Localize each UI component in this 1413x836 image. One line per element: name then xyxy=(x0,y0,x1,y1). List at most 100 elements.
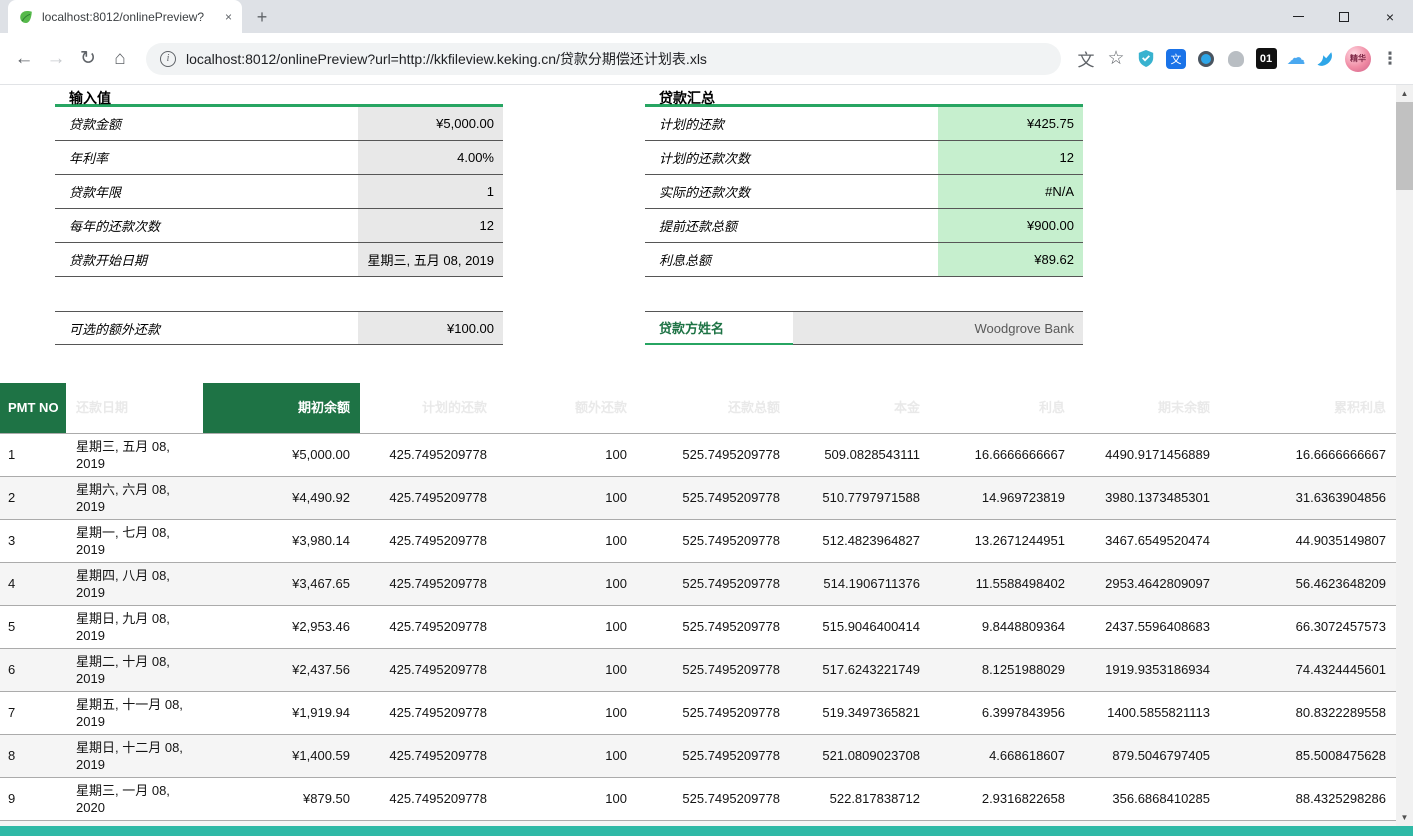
cell: 星期日, 九月 08, 2019 xyxy=(66,605,203,648)
info-icon[interactable]: i xyxy=(160,51,176,67)
cell: 6.3997843956 xyxy=(930,691,1075,734)
header-cell: 额外还款 xyxy=(497,383,637,433)
row-value: ¥900.00 xyxy=(938,209,1083,242)
cell: 星期三, 五月 08, 2019 xyxy=(66,433,203,476)
bird-extension-icon[interactable] xyxy=(1311,43,1341,75)
window-controls: × xyxy=(1275,0,1413,33)
panel-row: 每年的还款次数12 xyxy=(55,209,503,243)
cell: 425.7495209778 xyxy=(360,476,497,519)
cell: 88.4325298286 xyxy=(1220,777,1396,820)
blank-row xyxy=(55,277,503,311)
bookmark-star-icon[interactable]: ☆ xyxy=(1101,43,1131,75)
scroll-up-arrow-icon[interactable]: ▲ xyxy=(1396,85,1413,102)
gray-blob-icon xyxy=(1228,51,1244,67)
reload-button[interactable]: ↻ xyxy=(72,43,104,75)
cell: 525.7495209778 xyxy=(637,562,790,605)
cell: ¥1,919.94 xyxy=(203,691,360,734)
row-value: ¥5,000.00 xyxy=(358,107,503,140)
forward-button[interactable]: → xyxy=(40,43,72,75)
schedule-body: 1星期三, 五月 08, 2019¥5,000.00425.7495209778… xyxy=(0,433,1396,826)
vertical-scrollbar[interactable]: ▲ ▼ xyxy=(1396,85,1413,826)
browser-toolbar: ← → ↻ ⌂ i localhost:8012/onlinePreview?u… xyxy=(0,33,1413,85)
cell: 8 xyxy=(0,734,66,777)
cell: 3 xyxy=(0,519,66,562)
row-label: 实际的还款次数 xyxy=(645,175,938,208)
cell: ¥5,000.00 xyxy=(203,433,360,476)
row-value: ¥89.62 xyxy=(938,243,1083,276)
blank-row xyxy=(645,277,1083,311)
cell: 510.7797971588 xyxy=(790,476,930,519)
profile-avatar[interactable]: 精华 xyxy=(1345,46,1371,72)
row-value: 星期三, 五月 08, 2019 xyxy=(358,243,503,276)
badge-01-extension-icon[interactable]: 01 xyxy=(1251,43,1281,75)
cell: 100 xyxy=(497,476,637,519)
new-tab-button[interactable]: + xyxy=(248,4,276,30)
scroll-down-arrow-icon[interactable]: ▼ xyxy=(1396,809,1413,826)
cloud-extension-icon[interactable]: ☁ xyxy=(1281,43,1311,75)
row-value: 1 xyxy=(358,175,503,208)
cell: ¥3,467.65 xyxy=(203,562,360,605)
table-row: 8星期日, 十二月 08, 2019¥1,400.59425.749520977… xyxy=(0,734,1396,777)
table-row: 9星期三, 一月 08, 2020¥879.50425.749520977810… xyxy=(0,777,1396,820)
cell: 525.7495209778 xyxy=(637,605,790,648)
lender-row: 贷款方姓名 Woodgrove Bank xyxy=(645,311,1083,345)
kebab-menu-icon[interactable]: ⋮ xyxy=(1375,43,1405,75)
row-label: 贷款年限 xyxy=(55,175,358,208)
cell: 1 xyxy=(0,433,66,476)
minimize-button[interactable] xyxy=(1275,0,1321,33)
row-value: 12 xyxy=(358,209,503,242)
address-bar[interactable]: i localhost:8012/onlinePreview?url=http:… xyxy=(146,43,1061,75)
cell: 525.7495209778 xyxy=(637,691,790,734)
browser-titlebar: localhost:8012/onlinePreview? × + × xyxy=(0,0,1413,33)
maximize-button[interactable] xyxy=(1321,0,1367,33)
cell: 425.7495209778 xyxy=(360,562,497,605)
row-label: 计划的还款次数 xyxy=(645,141,938,174)
close-button[interactable]: × xyxy=(1367,0,1413,33)
table-row: 1星期三, 五月 08, 2019¥5,000.00425.7495209778… xyxy=(0,433,1396,476)
cell: 3467.6549520474 xyxy=(1075,519,1220,562)
cell: 2 xyxy=(0,476,66,519)
cell: 100 xyxy=(497,691,637,734)
cell: 80.8322289558 xyxy=(1220,691,1396,734)
home-button[interactable]: ⌂ xyxy=(104,43,136,75)
preview-content: 输入值 贷款金额¥5,000.00年利率4.00%贷款年限1每年的还款次数12贷… xyxy=(0,85,1396,826)
cell: ¥2,953.46 xyxy=(203,605,360,648)
table-row: 6星期二, 十月 08, 2019¥2,437.56425.7495209778… xyxy=(0,648,1396,691)
table-row: 3星期一, 七月 08, 2019¥3,980.14425.7495209778… xyxy=(0,519,1396,562)
translate-extension-icon[interactable]: 文 xyxy=(1161,43,1191,75)
cell: 14.969723819 xyxy=(930,476,1075,519)
row-label: 每年的还款次数 xyxy=(55,209,358,242)
cell: 525.7495209778 xyxy=(637,476,790,519)
browser-tab[interactable]: localhost:8012/onlinePreview? × xyxy=(8,0,242,33)
translate-icon[interactable]: 文 xyxy=(1071,43,1101,75)
cell: 4.668618607 xyxy=(930,734,1075,777)
cell: 11.5588498402 xyxy=(930,562,1075,605)
cell: 9.8448809364 xyxy=(930,605,1075,648)
summary-panel-title: 贷款汇总 xyxy=(645,85,1083,107)
cell: 4490.9171456889 xyxy=(1075,433,1220,476)
gray-extension-icon[interactable] xyxy=(1221,43,1251,75)
cell: 517.6243221749 xyxy=(790,648,930,691)
row-label: 计划的还款 xyxy=(645,107,938,140)
shield-extension-icon[interactable] xyxy=(1131,43,1161,75)
cell: 4 xyxy=(0,562,66,605)
row-label: 年利率 xyxy=(55,141,358,174)
ring-extension-icon[interactable] xyxy=(1191,43,1221,75)
scrollbar-thumb[interactable] xyxy=(1396,102,1413,190)
cell: 356.6868410285 xyxy=(1075,777,1220,820)
tab-close-icon[interactable]: × xyxy=(225,10,232,24)
maximize-icon xyxy=(1339,12,1349,22)
panel-row: 实际的还款次数#N/A xyxy=(645,175,1083,209)
url-text[interactable]: localhost:8012/onlinePreview?url=http://… xyxy=(186,49,707,69)
header-cell: PMT NO xyxy=(0,383,66,433)
top-section: 输入值 贷款金额¥5,000.00年利率4.00%贷款年限1每年的还款次数12贷… xyxy=(0,85,1396,383)
kkfileview-leaf-icon xyxy=(18,9,34,25)
row-label: 贷款金额 xyxy=(55,107,358,140)
row-value: 4.00% xyxy=(358,141,503,174)
header-cell: 还款日期 xyxy=(66,383,203,433)
panel-row: 贷款开始日期星期三, 五月 08, 2019 xyxy=(55,243,503,277)
back-button[interactable]: ← xyxy=(8,43,40,75)
cell: 425.7495209778 xyxy=(360,433,497,476)
header-cell: 还款总额 xyxy=(637,383,790,433)
cell: 519.3497365821 xyxy=(790,691,930,734)
